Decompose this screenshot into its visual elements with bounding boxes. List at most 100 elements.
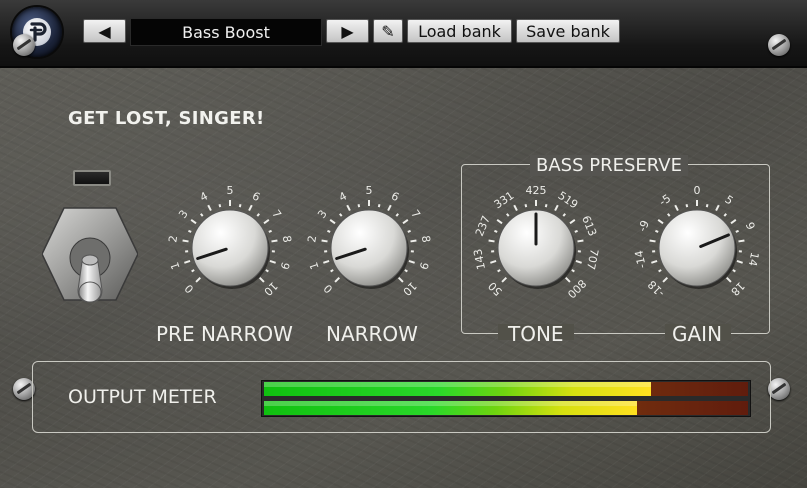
knob-tick xyxy=(191,269,195,273)
knob-tick xyxy=(569,218,576,225)
knob-scale-label: 6 xyxy=(250,189,262,204)
knob-tick xyxy=(218,204,222,208)
knob-scale-label: 18 xyxy=(728,279,747,298)
knob-scale-label: 5 xyxy=(722,193,735,208)
knob-tick xyxy=(705,204,709,208)
knob-scale-label: 4 xyxy=(198,189,210,204)
tone-knob[interactable]: 50143237331 425 519613707800 xyxy=(466,182,606,312)
knob-tick xyxy=(410,239,417,243)
knob-tick xyxy=(651,260,658,264)
meter-fill-right xyxy=(264,401,637,415)
knob-tick xyxy=(207,204,212,212)
knob-body[interactable] xyxy=(191,209,269,287)
edit-preset-button[interactable]: ✎ xyxy=(373,19,403,43)
bass-preserve-title: BASS PRESERVE xyxy=(530,155,688,176)
knob-tick xyxy=(339,213,343,217)
knob-tick xyxy=(334,276,341,283)
knob-tick xyxy=(258,276,265,283)
knob-scale-label: 3 xyxy=(176,208,191,221)
knob-tick xyxy=(544,204,548,208)
save-bank-button[interactable]: Save bank xyxy=(516,19,620,43)
knob-tick xyxy=(269,260,276,264)
plugin-title: GET LOST, SINGER! xyxy=(68,108,265,129)
knob-tick xyxy=(271,239,278,243)
output-meter-label: OUTPUT METER xyxy=(68,386,217,408)
knob-scale-label: 7 xyxy=(408,208,423,221)
next-preset-button[interactable]: ▶ xyxy=(326,19,369,43)
knob-tick xyxy=(407,229,411,233)
knob-tick xyxy=(725,276,732,283)
knob-tick xyxy=(730,218,737,225)
pre-narrow-knob[interactable]: 0 1 2 34 5 67 8 9 10 xyxy=(160,182,300,312)
knob-scale-label: 14 xyxy=(746,251,761,267)
knob-tick xyxy=(562,213,566,217)
knob-scale-label: 425 xyxy=(526,184,547,197)
knob-scale-label: 2 xyxy=(166,235,180,244)
knob-tick xyxy=(323,260,330,264)
screw-icon xyxy=(13,34,35,56)
knob-tick xyxy=(496,218,503,225)
knob-tick xyxy=(387,204,392,212)
knob-tick xyxy=(402,218,409,225)
knob-tick xyxy=(738,239,745,243)
load-bank-button[interactable]: Load bank xyxy=(407,19,512,43)
preset-name-display[interactable]: Bass Boost xyxy=(130,18,322,46)
knob-scale-label: 1 xyxy=(307,260,322,271)
knob-tick xyxy=(329,218,336,225)
knob-scale-label: 237 xyxy=(473,214,493,238)
knob-tick xyxy=(723,213,727,217)
knob-tick xyxy=(488,239,495,243)
tone-label: TONE xyxy=(508,322,564,346)
narrow-knob[interactable]: 0 1 2 34 5 67 8 9 10 xyxy=(299,182,439,312)
knob-scale-label: 143 xyxy=(471,248,488,271)
knob-tick xyxy=(513,204,518,212)
plugin-window: ◀ Bass Boost ▶ ✎ Load bank Save bank GET… xyxy=(0,0,807,488)
knob-tick xyxy=(667,213,671,217)
preset-name: Bass Boost xyxy=(182,22,270,42)
knob-tick xyxy=(501,276,508,283)
knob-scale-label: 2 xyxy=(305,235,319,244)
bypass-led-indicator xyxy=(73,170,111,186)
knob-tick xyxy=(657,218,664,225)
knob-tick xyxy=(321,239,328,243)
knob-scale-label: 9 xyxy=(743,220,758,231)
knob-body[interactable] xyxy=(330,209,408,287)
knob-scale-label: 0 xyxy=(321,282,335,296)
knob-scale-label: 707 xyxy=(584,248,601,271)
knob-tick xyxy=(497,269,501,273)
meter-fill-left xyxy=(264,382,652,396)
knob-tick xyxy=(182,239,189,243)
knob-scale-label: 613 xyxy=(579,214,599,238)
knob-scale-label: 5 xyxy=(366,184,373,197)
knob-scale-label: 10 xyxy=(400,279,419,298)
knob-scale-label: 5 xyxy=(227,184,234,197)
knob-scale-label: 50 xyxy=(486,279,505,298)
knob-tick xyxy=(195,276,202,283)
bypass-toggle-switch[interactable] xyxy=(42,206,138,314)
screw-icon xyxy=(768,34,790,56)
knob-scale-label: 331 xyxy=(492,189,517,211)
gain-knob[interactable]: -18-14-9-50591418 xyxy=(627,182,767,312)
knob-tick xyxy=(265,269,269,273)
knob-scale-label: 519 xyxy=(556,189,581,211)
knob-tick xyxy=(524,204,528,208)
gain-label: GAIN xyxy=(672,322,723,346)
knob-tick xyxy=(735,229,739,233)
knob-body[interactable] xyxy=(658,209,736,287)
knob-tick xyxy=(571,269,575,273)
prev-preset-button[interactable]: ◀ xyxy=(83,19,126,43)
knob-tick xyxy=(268,229,272,233)
knob-scale-label: 0 xyxy=(694,184,701,197)
knob-tick xyxy=(330,269,334,273)
knob-tick xyxy=(256,213,260,217)
knob-tick xyxy=(377,204,381,208)
narrow-label: NARROW xyxy=(326,322,418,346)
knob-tick xyxy=(662,276,669,283)
knob-tick xyxy=(658,269,662,273)
screw-icon xyxy=(768,378,790,400)
knob-tick xyxy=(238,204,242,208)
knob-tick xyxy=(395,213,399,217)
knob-tick xyxy=(574,229,578,233)
knob-tick xyxy=(357,204,361,208)
knob-scale-label: -5 xyxy=(657,192,673,209)
